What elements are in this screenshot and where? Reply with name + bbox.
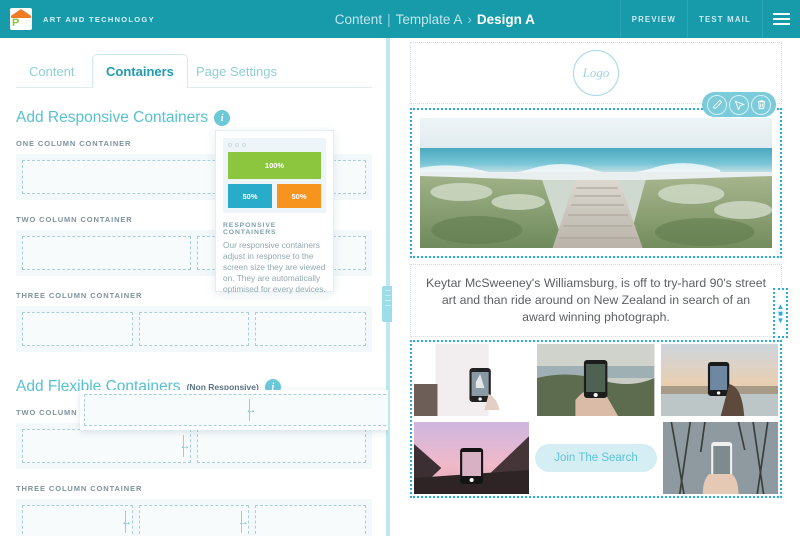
gallery-image-1[interactable] [414,344,532,416]
three-column-dropzone[interactable] [16,306,372,352]
left-editor-panel: Content Containers Page Settings Add Res… [0,38,388,536]
app-header: P ART AND TECHNOLOGY Content | Template … [0,0,800,38]
tooltip-body: Our responsive containers adjust in resp… [223,240,326,294]
hamburger-menu-icon[interactable] [762,0,800,38]
info-icon[interactable]: i [214,110,231,126]
gallery-row: Join The Search [414,422,779,494]
tab-page-settings[interactable]: Page Settings [183,54,290,88]
breadcrumb-design: Design A [476,11,535,27]
drop-cell[interactable]: ↔ [22,429,191,463]
tab-bar: Content Containers Page Settings [16,50,372,88]
tooltip-half-row: 50% 50% [228,184,321,208]
horizontal-resize-handle-icon[interactable]: ↔ [115,511,137,533]
block-toolbar [702,92,776,117]
test-mail-button[interactable]: TEST MAIL [687,0,762,38]
pencil-edit-icon[interactable] [707,94,727,115]
hero-image[interactable] [420,118,772,248]
responsive-section-header: Add Responsive Containers i [16,109,372,127]
gallery-image-2[interactable] [537,344,655,416]
preview-gallery-container[interactable]: Join The Search [410,340,782,498]
tab-containers[interactable]: Containers [92,54,188,88]
tab-content[interactable]: Content [16,54,88,88]
responsive-containers-tooltip: 100% 50% 50% RESPONSIVE CONTAINERS Our r… [215,130,334,294]
flex-three-column-label: THREE COLUMN CONTAINER [16,484,143,493]
hamburger-bar [773,18,790,20]
gallery-image-3[interactable] [660,344,778,416]
drop-cell[interactable] [22,312,133,346]
gallery-image-5[interactable] [662,422,779,494]
flex-three-column-group: THREE COLUMN CONTAINER ↔ ↔ [16,484,372,536]
dragged-container-ghost[interactable]: ↔ [80,390,388,430]
logo-letter: P [12,17,19,29]
breadcrumb-template[interactable]: Template A [396,12,463,27]
horizontal-resize-handle-icon[interactable]: ↔ [231,511,253,533]
drop-cell[interactable] [255,312,367,346]
panel-splitter [382,38,394,536]
tab-rule [16,87,372,88]
drop-cell[interactable] [197,429,366,463]
responsive-section-title: Add Responsive Containers [16,109,209,126]
flex-three-column-dropzone[interactable]: ↔ ↔ [16,499,372,536]
trash-delete-icon[interactable] [751,94,771,115]
preview-hero-container[interactable]: ▲ ■ ▼ [410,92,788,338]
breadcrumb-pipe: | [387,11,391,27]
gallery-row [414,344,778,416]
breadcrumb-content[interactable]: Content [335,12,382,27]
move-drag-icon[interactable] [729,94,749,115]
hamburger-bar [773,23,790,25]
drop-cell[interactable]: ↔ [138,505,253,536]
cta-cell: Join The Search [535,422,657,494]
drop-cell[interactable] [22,236,191,270]
preview-button[interactable]: PREVIEW [619,0,687,38]
tooltip-full-width-bar: 100% [228,152,321,179]
email-preview-panel: Logo ▲ ■ ▼ Keytar McSweeney's Williamsbu… [392,38,800,536]
brand: P ART AND TECHNOLOGY [0,8,250,30]
vertical-resize-handle-icon[interactable]: ▲ ■ ▼ [773,288,788,338]
app-logo-icon[interactable]: P [10,8,32,30]
drop-cell[interactable]: ↔ [22,505,133,536]
breadcrumb: Content | Template A › Design A [250,12,620,27]
drop-cell: ↔ [84,394,388,426]
browser-dots-icon [228,143,321,147]
drop-cell[interactable] [255,505,367,536]
tooltip-browser-mock: 100% 50% 50% [223,138,326,213]
header-actions: PREVIEW TEST MAIL [619,0,800,38]
app-root: P ART AND TECHNOLOGY Content | Template … [0,0,800,536]
three-column-group: THREE COLUMN CONTAINER [16,291,372,352]
gallery-image-4[interactable] [414,422,530,494]
hamburger-bar [773,13,790,15]
drop-cell[interactable] [138,312,250,346]
tooltip-half-right: 50% [277,184,321,208]
tooltip-title: RESPONSIVE CONTAINERS [223,222,277,236]
horizontal-resize-handle-icon[interactable]: ↔ [173,435,195,457]
brand-name: ART AND TECHNOLOGY [43,14,155,24]
tooltip-half-left: 50% [228,184,272,208]
chevron-right-icon: › [467,11,472,27]
preview-text-block[interactable]: Keytar McSweeney's Williamsburg, is off … [410,264,782,337]
preview-logo-placeholder: Logo [573,50,619,96]
join-the-search-button[interactable]: Join The Search [535,444,657,472]
horizontal-resize-handle-icon[interactable]: ↔ [239,399,261,421]
